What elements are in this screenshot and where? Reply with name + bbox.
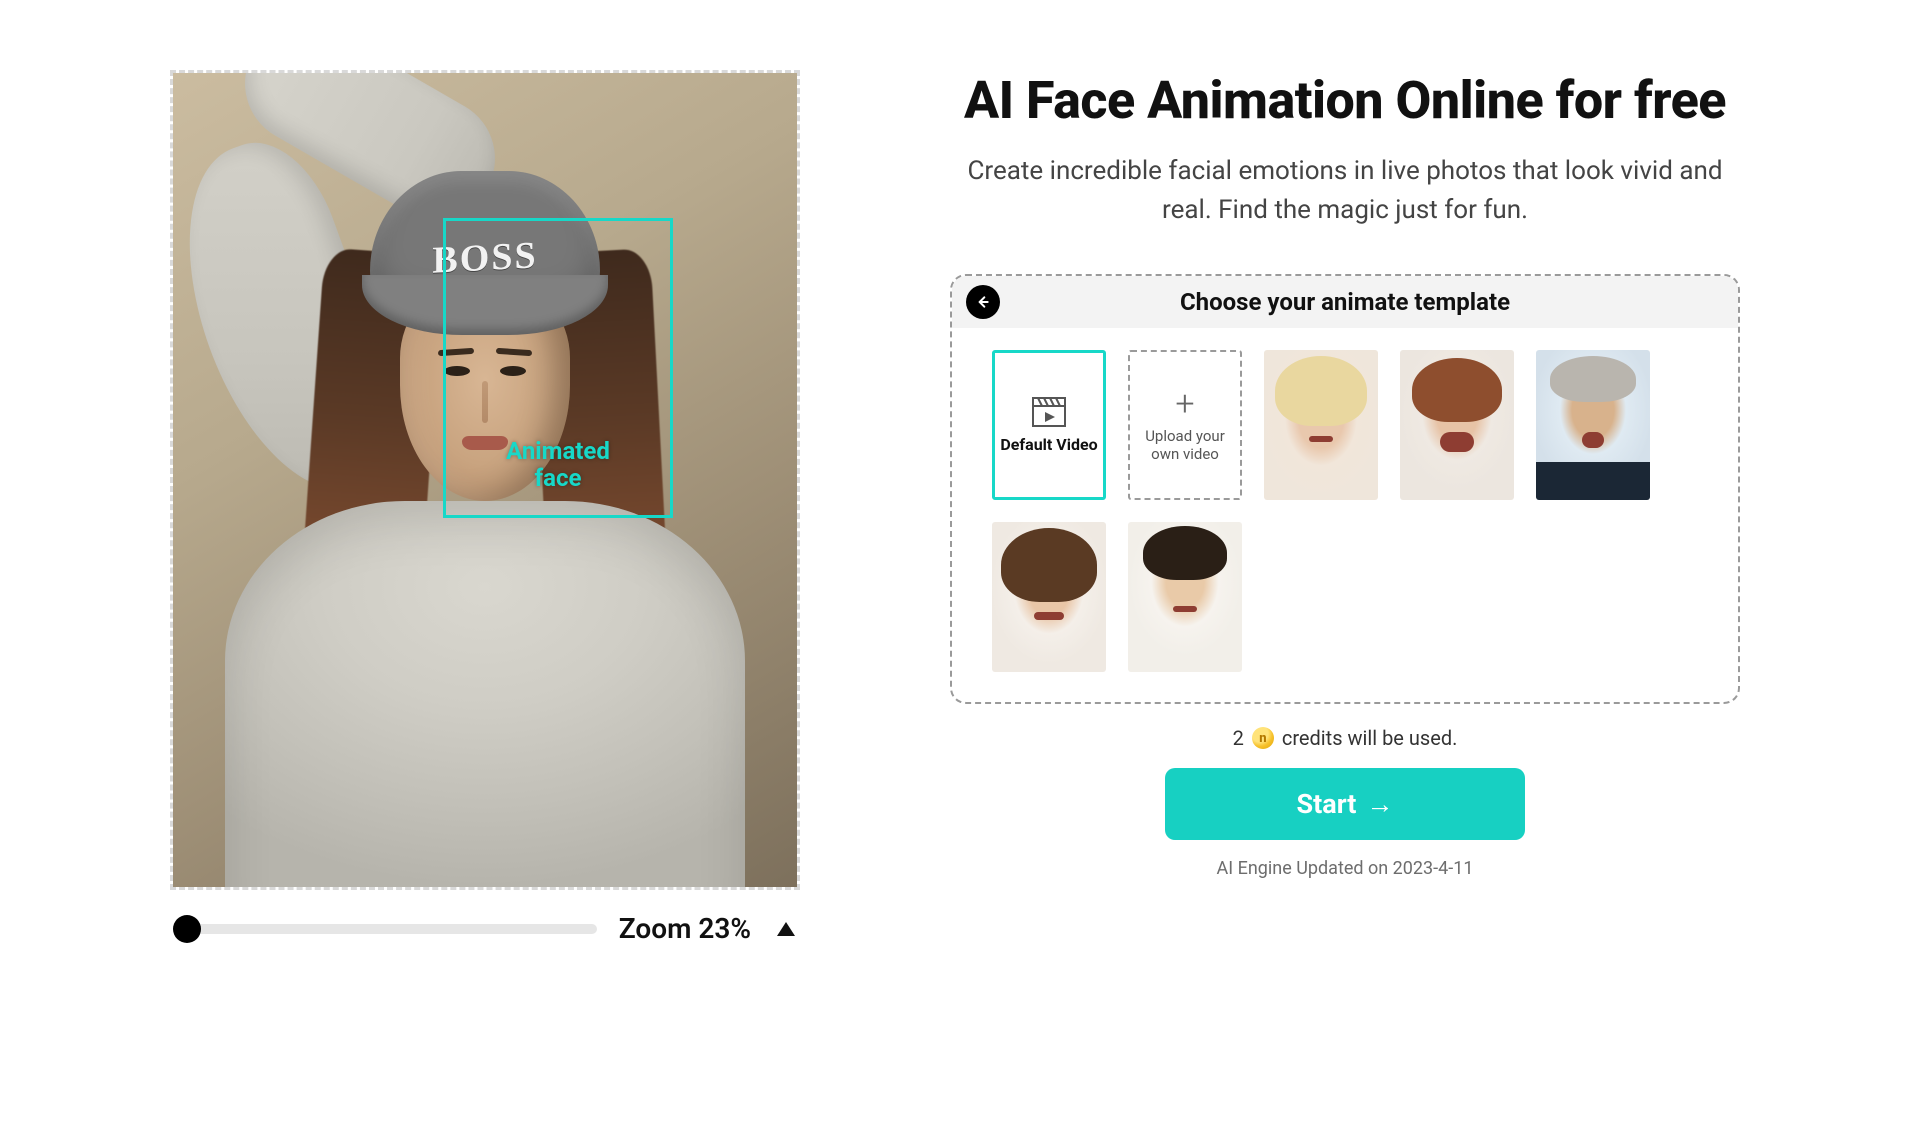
uploaded-photo: BOSS Animated face [173,73,797,887]
zoom-slider-thumb[interactable] [173,915,201,943]
credits-count: 2 [1233,726,1244,750]
plus-icon: + [1175,387,1194,421]
coin-icon: n [1252,727,1274,749]
zoom-control: Zoom 23% [175,912,795,945]
template-sample-3[interactable] [1536,350,1650,500]
template-panel-header: Choose your animate template [952,276,1738,328]
page-subtitle: Create incredible facial emotions in liv… [950,152,1740,230]
image-canvas[interactable]: BOSS Animated face [170,70,800,890]
credits-suffix: credits will be used. [1282,726,1458,750]
template-sample-5[interactable] [1128,522,1242,672]
start-button[interactable]: Start [1165,768,1525,840]
back-button[interactable] [966,285,1000,319]
start-button-label: Start [1297,788,1357,820]
zoom-caret-up-icon[interactable] [777,922,795,936]
template-sample-2[interactable] [1400,350,1514,500]
beanie: BOSS [370,171,600,321]
film-clapper-icon [1032,397,1066,427]
page-title: AI Face Animation Online for free [964,70,1726,132]
arrow-left-icon [975,294,991,310]
template-sample-4[interactable] [992,522,1106,672]
template-default-label: Default Video [1000,435,1097,454]
template-default-video[interactable]: Default Video [992,350,1106,500]
zoom-label: Zoom 23% [619,912,751,945]
editor-column: BOSS Animated face Zoom 23% [160,70,810,1130]
engine-updated-note: AI Engine Updated on 2023-4-11 [1217,858,1474,879]
subject-illustration: BOSS [275,171,695,871]
app-root: BOSS Animated face Zoom 23% AI Face Anim… [0,0,1908,1130]
template-upload-label: Upload your own video [1130,427,1240,465]
controls-column: AI Face Animation Online for free Create… [930,70,1760,1130]
template-grid: Default Video + Upload your own video [952,328,1738,672]
arrow-right-icon [1366,788,1393,820]
zoom-slider[interactable] [175,924,597,934]
template-panel: Choose your animate template Default Vid… [950,274,1740,704]
credits-note: 2 n credits will be used. [1233,726,1458,750]
template-upload-own[interactable]: + Upload your own video [1128,350,1242,500]
template-sample-1[interactable] [1264,350,1378,500]
template-panel-title: Choose your animate template [1180,288,1510,316]
beanie-text: BOSS [432,233,537,283]
